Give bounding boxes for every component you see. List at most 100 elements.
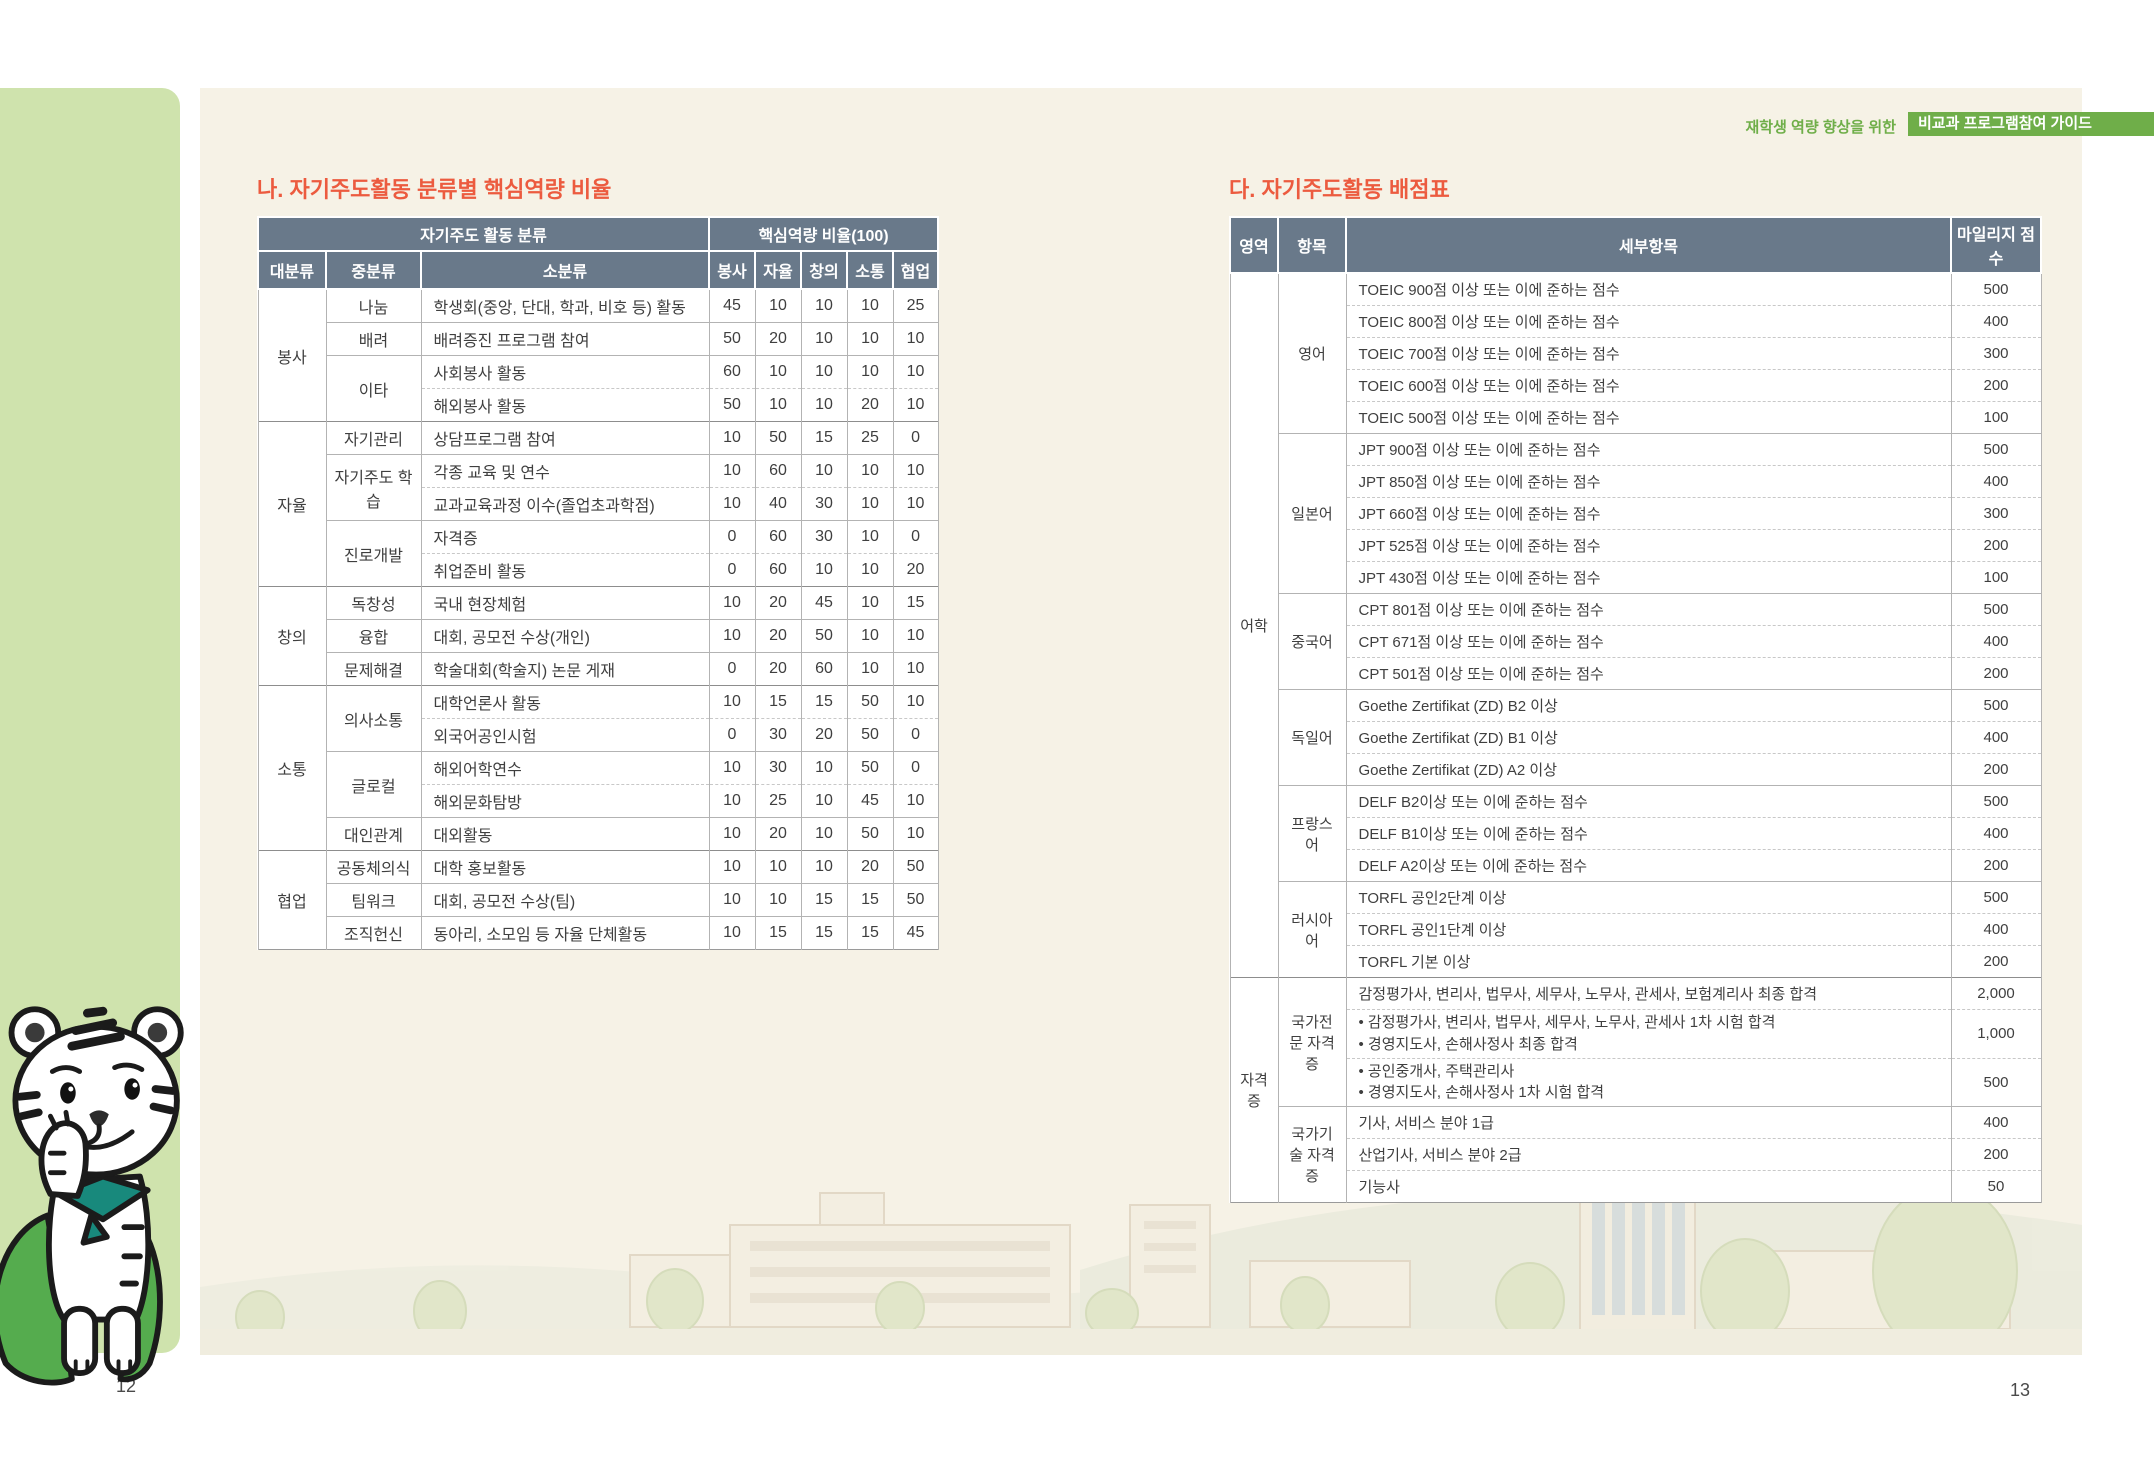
cell-val: 25 <box>893 289 938 323</box>
cell-val: 10 <box>893 488 938 521</box>
table-row: Goethe Zertifikat (ZD) A2 이상200 <box>1230 754 2041 786</box>
guide-title-badge: 비교과 프로그램참여 가이드 <box>1908 112 2154 136</box>
cell-val: 10 <box>709 587 755 620</box>
cell-detail: CPT 671점 이상 또는 이에 준하는 점수 <box>1346 626 1951 658</box>
cell-score: 400 <box>1951 306 2041 338</box>
cell-val: 50 <box>847 719 893 752</box>
cell-val: 10 <box>893 455 938 488</box>
cell-val: 0 <box>709 719 755 752</box>
cell-val: 50 <box>847 686 893 719</box>
cell-detail: Goethe Zertifikat (ZD) B1 이상 <box>1346 722 1951 754</box>
cell-detail: 감정평가사, 변리사, 법무사, 세무사, 노무사, 관세사, 보험계리사 최종… <box>1346 978 1951 1010</box>
cell-sub: 교과교육과정 이수(졸업초과학점) <box>421 488 709 521</box>
cell-val: 50 <box>801 620 847 653</box>
cell-val: 10 <box>847 323 893 356</box>
cell-val: 50 <box>893 884 938 917</box>
cell-val: 10 <box>709 455 755 488</box>
cell-major: 자격증 <box>1230 978 1278 1203</box>
cell-detail: TORFL 공인2단계 이상 <box>1346 882 1951 914</box>
cell-val: 10 <box>755 289 801 323</box>
column-header: 협업 <box>893 251 938 289</box>
cell-val: 10 <box>801 289 847 323</box>
table-row: 국가기술 자격증기사, 서비스 분야 1급400 <box>1230 1107 2041 1139</box>
cell-val: 10 <box>801 455 847 488</box>
cell-sub: 각종 교육 및 연수 <box>421 455 709 488</box>
table-row: Goethe Zertifikat (ZD) B1 이상400 <box>1230 722 2041 754</box>
column-header: 핵심역량 비율(100) <box>709 217 938 251</box>
cell-score: 400 <box>1951 466 2041 498</box>
cell-detail: TOEIC 500점 이상 또는 이에 준하는 점수 <box>1346 402 1951 434</box>
cell-val: 30 <box>755 752 801 785</box>
cell-val: 10 <box>893 620 938 653</box>
cell-val: 0 <box>893 752 938 785</box>
cell-score: 500 <box>1951 690 2041 722</box>
cell-val: 60 <box>801 653 847 686</box>
table-row: DELF A2이상 또는 이에 준하는 점수200 <box>1230 850 2041 882</box>
table-row: 배려배려증진 프로그램 참여5020101010 <box>258 323 938 356</box>
cell-val: 10 <box>801 356 847 389</box>
cell-val: 15 <box>801 422 847 455</box>
table-row: 독일어Goethe Zertifikat (ZD) B2 이상500 <box>1230 690 2041 722</box>
column-header: 자율 <box>755 251 801 289</box>
cell-detail: 기사, 서비스 분야 1급 <box>1346 1107 1951 1139</box>
cell-val: 10 <box>709 884 755 917</box>
cell-mid: 의사소통 <box>326 686 421 752</box>
column-header: 항목 <box>1278 217 1346 273</box>
cell-val: 10 <box>893 785 938 818</box>
table-row: TORFL 기본 이상200 <box>1230 946 2041 978</box>
table-row: 팀워크대회, 공모전 수상(팀)1010151550 <box>258 884 938 917</box>
column-header: 소분류 <box>421 251 709 289</box>
cell-sub: 국내 현장체험 <box>421 587 709 620</box>
cell-val: 10 <box>801 389 847 422</box>
cell-mid: 국가전문 자격증 <box>1278 978 1346 1107</box>
cell-val: 10 <box>847 356 893 389</box>
table-row: TOEIC 800점 이상 또는 이에 준하는 점수400 <box>1230 306 2041 338</box>
table-row: 어학영어TOEIC 900점 이상 또는 이에 준하는 점수500 <box>1230 273 2041 306</box>
cell-score: 2,000 <box>1951 978 2041 1010</box>
column-header: 창의 <box>801 251 847 289</box>
cell-val: 20 <box>847 389 893 422</box>
cell-detail: JPT 430점 이상 또는 이에 준하는 점수 <box>1346 562 1951 594</box>
cell-major: 창의 <box>258 587 326 686</box>
column-header: 자기주도 활동 분류 <box>258 217 709 251</box>
table-row: • 감정평가사, 변리사, 법무사, 세무사, 노무사, 관세사 1차 시험 합… <box>1230 1010 2041 1059</box>
cell-detail: DELF B1이상 또는 이에 준하는 점수 <box>1346 818 1951 850</box>
cell-score: 200 <box>1951 530 2041 562</box>
cell-val: 50 <box>893 851 938 884</box>
right-section-title: 다. 자기주도활동 배점표 <box>1229 172 1450 204</box>
cell-score: 200 <box>1951 658 2041 690</box>
cell-val: 0 <box>893 719 938 752</box>
cell-sub: 학술대회(학술지) 논문 게재 <box>421 653 709 686</box>
cell-mid: 대인관계 <box>326 818 421 851</box>
table-row: 산업기사, 서비스 분야 2급200 <box>1230 1139 2041 1171</box>
cell-detail: Goethe Zertifikat (ZD) B2 이상 <box>1346 690 1951 722</box>
table-row: 러시아어TORFL 공인2단계 이상500 <box>1230 882 2041 914</box>
cell-val: 25 <box>755 785 801 818</box>
column-header: 소통 <box>847 251 893 289</box>
cell-val: 25 <box>847 422 893 455</box>
cell-detail: JPT 525점 이상 또는 이에 준하는 점수 <box>1346 530 1951 562</box>
cell-val: 10 <box>847 653 893 686</box>
cell-mid: 자기관리 <box>326 422 421 455</box>
cell-score: 1,000 <box>1951 1010 2041 1059</box>
cell-val: 15 <box>847 884 893 917</box>
table-row: 진로개발자격증06030100 <box>258 521 938 554</box>
cell-sub: 해외문화탐방 <box>421 785 709 818</box>
cell-val: 0 <box>709 521 755 554</box>
table-row: 봉사나눔학생회(중앙, 단대, 학과, 비호 등) 활동4510101025 <box>258 289 938 323</box>
cell-val: 10 <box>847 554 893 587</box>
cell-sub: 대외활동 <box>421 818 709 851</box>
cell-mid: 자기주도 학습 <box>326 455 421 521</box>
table-row: TOEIC 600점 이상 또는 이에 준하는 점수200 <box>1230 370 2041 402</box>
cell-val: 10 <box>801 323 847 356</box>
cell-val: 10 <box>893 323 938 356</box>
cell-sub: 상담프로그램 참여 <box>421 422 709 455</box>
table-row: 대인관계대외활동1020105010 <box>258 818 938 851</box>
cell-score: 500 <box>1951 1058 2041 1107</box>
cell-mid: 프랑스어 <box>1278 786 1346 882</box>
table-row: JPT 850점 이상 또는 이에 준하는 점수400 <box>1230 466 2041 498</box>
cell-detail: TOEIC 900점 이상 또는 이에 준하는 점수 <box>1346 273 1951 306</box>
cell-score: 100 <box>1951 562 2041 594</box>
cell-val: 60 <box>755 521 801 554</box>
cell-major: 봉사 <box>258 289 326 422</box>
